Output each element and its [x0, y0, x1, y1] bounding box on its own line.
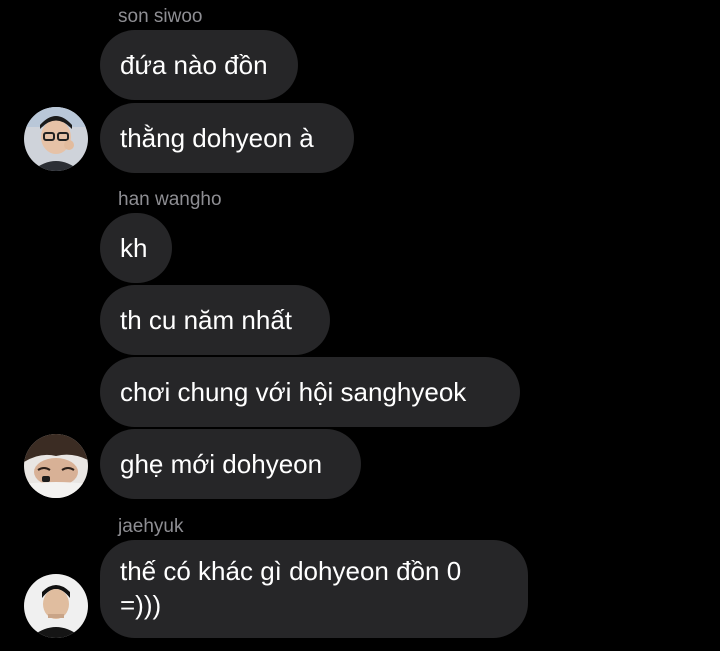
- avatar[interactable]: [24, 434, 88, 498]
- message-bubble[interactable]: kh: [100, 213, 172, 283]
- sender-name: jaehyuk: [118, 516, 184, 537]
- sender-name: son siwoo: [118, 6, 203, 27]
- avatar-image: [24, 574, 88, 638]
- avatar[interactable]: [24, 107, 88, 171]
- message-bubble[interactable]: chơi chung với hội sanghyeok: [100, 357, 520, 427]
- avatar-image: [24, 434, 88, 498]
- message-bubble[interactable]: ghẹ mới dohyeon: [100, 429, 361, 499]
- avatar-image: [24, 107, 88, 171]
- avatar[interactable]: [24, 574, 88, 638]
- message-bubble[interactable]: đứa nào đồn: [100, 30, 298, 100]
- sender-name: han wangho: [118, 189, 222, 210]
- message-bubble[interactable]: thế có khác gì dohyeon đồn 0 =))): [100, 540, 528, 638]
- message-bubble[interactable]: th cu năm nhất: [100, 285, 330, 355]
- message-bubble[interactable]: thằng dohyeon à: [100, 103, 354, 173]
